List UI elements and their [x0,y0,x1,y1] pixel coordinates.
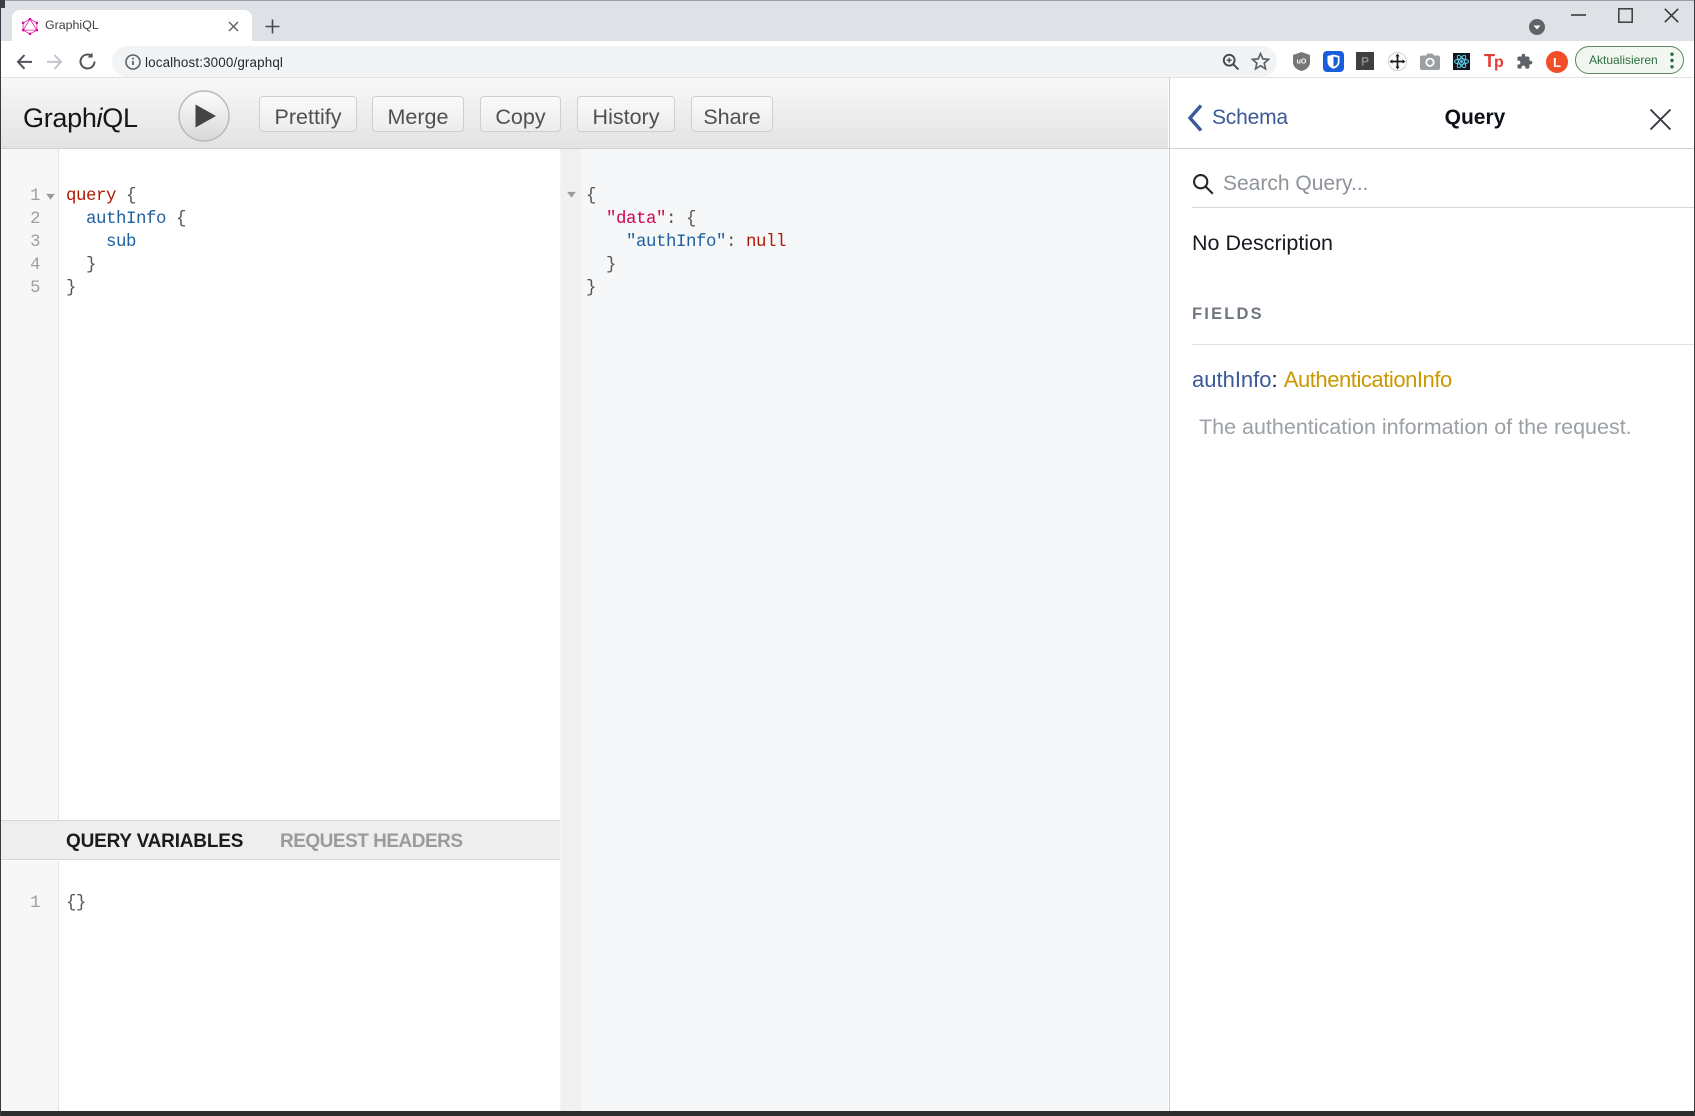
svg-text:P: P [1361,55,1369,69]
svg-text:L: L [1553,55,1561,70]
svg-text:uO: uO [1297,59,1307,66]
